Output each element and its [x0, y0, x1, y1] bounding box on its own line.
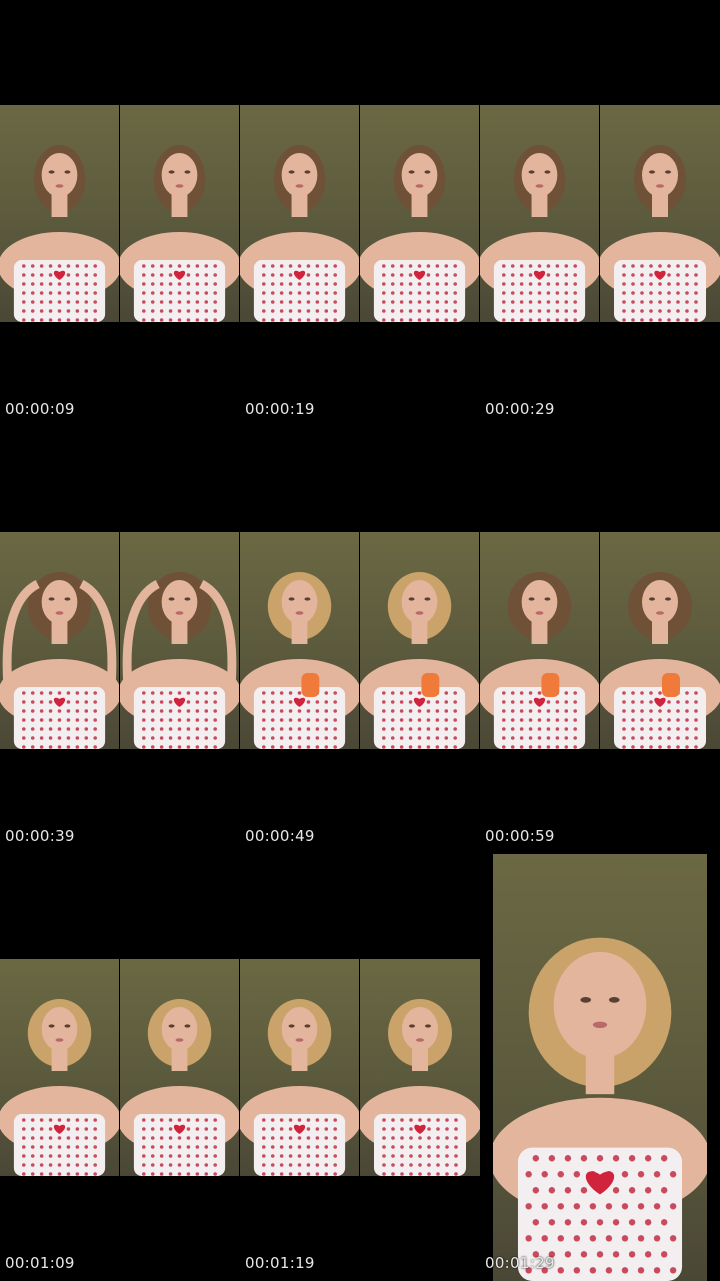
portrait-image: [120, 572, 239, 749]
portrait-image: [240, 572, 359, 749]
portrait-image: [240, 145, 359, 322]
frame-thumbnail: [480, 532, 599, 749]
frame-thumbnail: [120, 105, 239, 322]
portrait-image: [600, 145, 720, 322]
portrait-image: [0, 572, 119, 749]
portrait-image: [600, 572, 720, 749]
frame-thumbnail: [240, 959, 359, 1176]
portrait-image: [0, 999, 119, 1176]
frame-thumbnail: [0, 105, 119, 322]
timestamp-label: 00:00:09: [5, 400, 75, 418]
timestamp-label: 00:00:19: [245, 400, 315, 418]
frame-thumbnail: [360, 532, 479, 749]
portrait-image: [0, 145, 119, 322]
frame-large: [493, 854, 707, 1281]
timestamp-label: 00:01:09: [5, 1254, 75, 1272]
portrait-image: [120, 999, 239, 1176]
timestamp-label: 00:00:49: [245, 827, 315, 845]
frame-thumbnail: [480, 105, 599, 322]
frame-thumbnail: [240, 105, 359, 322]
frame-thumbnail: [0, 959, 119, 1176]
frame-thumbnail: [360, 959, 480, 1176]
timestamp-label: 00:01:19: [245, 1254, 315, 1272]
portrait-image: [240, 999, 359, 1176]
frame-thumbnail: [120, 532, 239, 749]
portrait-image: [480, 145, 599, 322]
portrait-image: [360, 572, 479, 749]
frame-thumbnail: [120, 959, 239, 1176]
frame-thumbnail: [0, 532, 119, 749]
portrait-image: [360, 145, 479, 322]
timestamp-label: 00:00:59: [485, 827, 555, 845]
frame-thumbnail: [240, 532, 359, 749]
portrait-image: [120, 145, 239, 322]
portrait-image: [493, 937, 707, 1281]
portrait-image: [360, 999, 480, 1176]
frame-thumbnail: [600, 105, 720, 322]
frame-thumbnail: [600, 532, 720, 749]
timestamp-label: 00:00:29: [485, 400, 555, 418]
frame-thumbnail: [360, 105, 479, 322]
timestamp-label: 00:00:39: [5, 827, 75, 845]
timestamp-label: 00:01:29: [485, 1254, 555, 1272]
portrait-image: [480, 572, 599, 749]
